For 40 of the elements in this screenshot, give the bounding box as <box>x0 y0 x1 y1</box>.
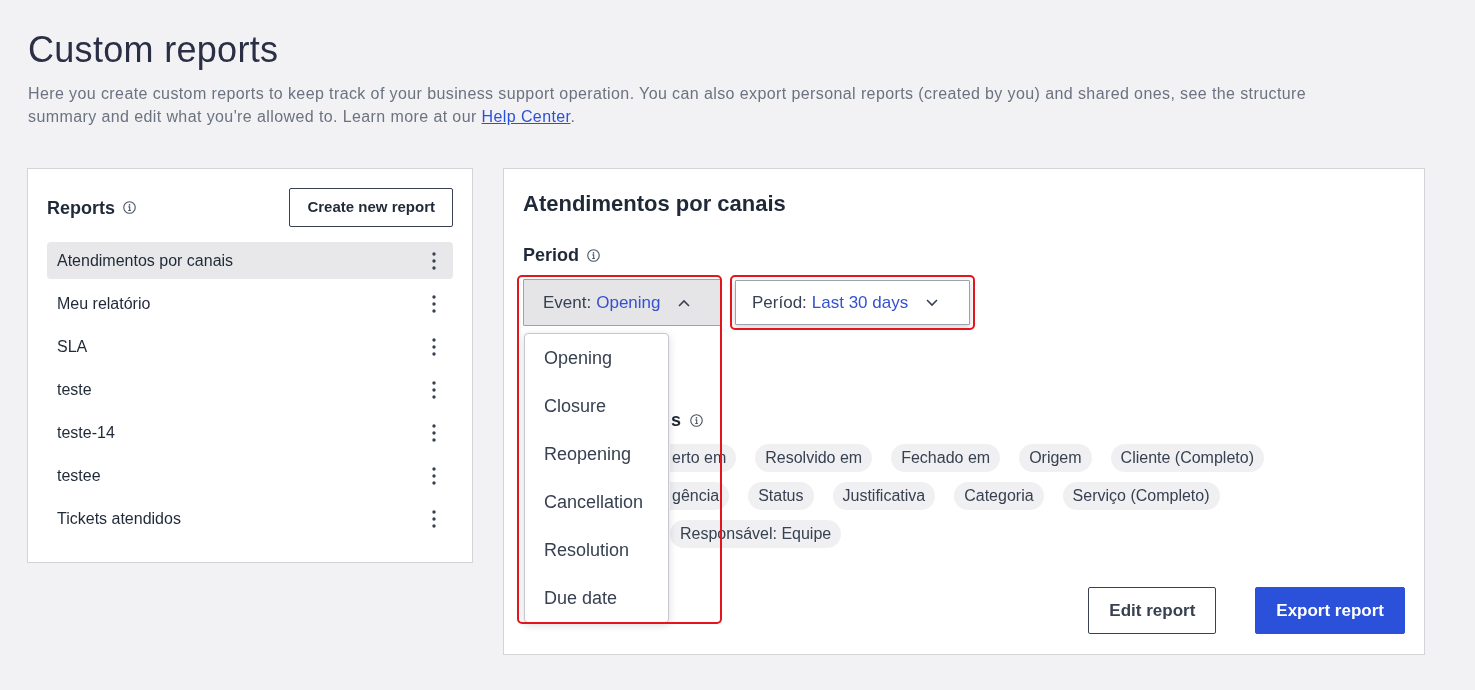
field-tag: Justificativa <box>832 482 936 510</box>
field-tag: Resolvido em <box>755 444 873 472</box>
field-tag: Cliente (Completo) <box>1110 444 1264 472</box>
menu-option[interactable]: Reopening <box>525 430 668 478</box>
field-tag: Fechado em <box>891 444 1001 472</box>
more-options-icon[interactable] <box>432 251 436 270</box>
field-tag: Status <box>748 482 814 510</box>
section-label: Period <box>523 244 579 267</box>
edit-report-button[interactable]: Edit report <box>1088 587 1217 634</box>
section-label: s <box>671 409 681 432</box>
menu-option[interactable]: Cancellation <box>525 478 668 526</box>
field-tag: Serviço (Completo) <box>1062 482 1220 510</box>
create-report-button[interactable]: Create new report <box>289 188 453 227</box>
help-center-link[interactable]: Help Center <box>481 108 571 125</box>
export-report-button[interactable]: Export report <box>1255 587 1405 634</box>
menu-option[interactable]: Opening <box>525 334 668 382</box>
more-options-icon[interactable] <box>432 466 436 485</box>
page-title: Custom reports <box>28 28 280 71</box>
page-description: Here you create custom reports to keep track of your business support operation. You can also export personal reports (created by you) and shared ones, see the structure summary and edit what you're allowed to. Learn more at our Help Center. <box>28 84 1308 127</box>
more-options-icon[interactable] <box>432 423 436 442</box>
chevron-up-icon <box>678 298 691 307</box>
menu-option[interactable]: Closure <box>525 382 668 430</box>
report-list-item[interactable]: Atendimentos por canais <box>47 242 453 279</box>
field-tag: gência <box>670 482 730 510</box>
info-icon[interactable] <box>123 201 136 214</box>
info-icon[interactable] <box>690 413 703 427</box>
more-options-icon[interactable] <box>432 294 436 313</box>
dropdown-button[interactable]: Event: Opening <box>523 279 721 326</box>
info-icon[interactable] <box>587 248 600 262</box>
dropdown-button[interactable]: Períod: Last 30 days <box>735 280 970 325</box>
more-options-icon[interactable] <box>432 509 436 528</box>
chevron-down-icon <box>926 298 939 307</box>
menu-option[interactable]: Due date <box>525 574 668 622</box>
panel-title: Reports <box>47 196 115 220</box>
field-tag: Origem <box>1019 444 1092 472</box>
more-options-icon[interactable] <box>432 380 436 399</box>
report-title: Atendimentos por canais <box>523 190 787 218</box>
field-tag: Categoria <box>954 482 1044 510</box>
more-options-icon[interactable] <box>432 337 436 356</box>
menu-option[interactable]: Resolution <box>525 526 668 574</box>
